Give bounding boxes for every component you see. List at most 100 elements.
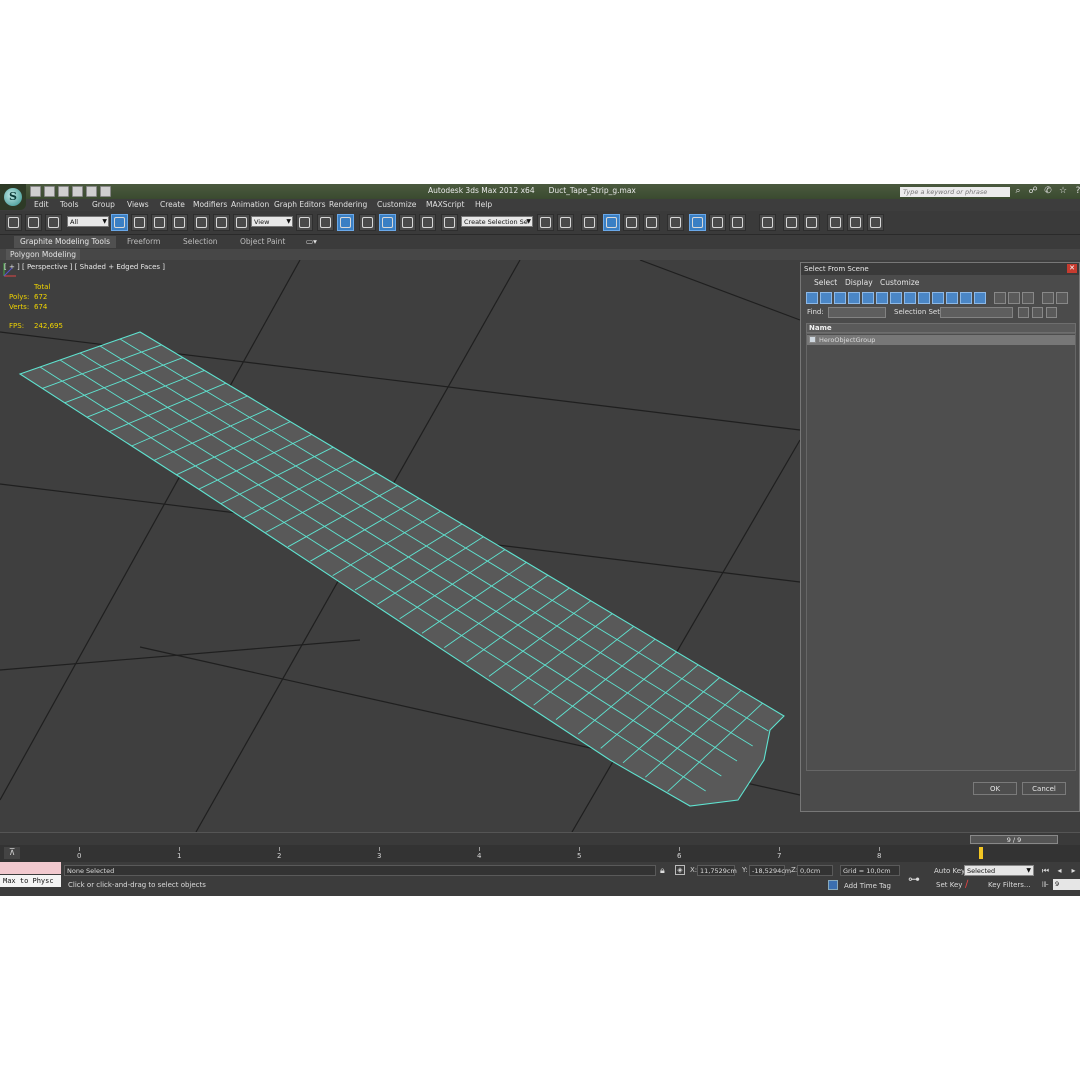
align-icon[interactable] (557, 214, 574, 231)
display-frozen-icon[interactable] (946, 292, 958, 304)
list-item[interactable]: HeroObjectGroup (807, 335, 1075, 345)
add-to-set-icon[interactable] (1032, 307, 1043, 318)
add-time-tag-button[interactable]: Add Time Tag (844, 882, 891, 890)
display-containers-icon[interactable] (932, 292, 944, 304)
absolute-mode-icon[interactable]: ◈ (675, 865, 685, 875)
track-bar[interactable]: ⊼ 0 1 2 3 4 5 6 7 8 (0, 845, 1080, 862)
menu-help[interactable]: Help (475, 200, 492, 209)
auto-key-button[interactable]: Auto Key (934, 867, 965, 875)
dialog-menu-select[interactable]: Select (814, 278, 837, 287)
display-shapes-icon[interactable] (820, 292, 832, 304)
menu-group[interactable]: Group (92, 200, 115, 209)
bind-to-space-warp-icon[interactable] (45, 214, 62, 231)
tab-graphite-modeling-tools[interactable]: Graphite Modeling Tools (14, 236, 117, 248)
find-input[interactable] (828, 307, 886, 318)
ok-button[interactable]: OK (973, 782, 1017, 795)
application-button[interactable]: S (0, 184, 26, 210)
new-file-icon[interactable] (30, 186, 41, 197)
select-object-icon[interactable] (111, 214, 128, 231)
redo-icon[interactable] (86, 186, 97, 197)
tab-selection[interactable]: Selection (177, 236, 224, 248)
sort-icon[interactable] (1056, 292, 1068, 304)
schematic-view-icon[interactable] (643, 214, 660, 231)
layer-manager-icon[interactable] (581, 214, 598, 231)
dialog-menu-display[interactable]: Display (845, 278, 873, 287)
name-column-header[interactable]: Name (806, 323, 1076, 333)
physics-icon[interactable] (783, 214, 800, 231)
dialog-menu-customize[interactable]: Customize (880, 278, 919, 287)
select-by-name-icon[interactable] (131, 214, 148, 231)
menu-customize[interactable]: Customize (377, 200, 416, 209)
render-setup-icon[interactable] (689, 214, 706, 231)
display-geometry-icon[interactable] (806, 292, 818, 304)
physx-joint-icon[interactable] (867, 214, 884, 231)
viewport-label-menu[interactable]: [ + ] [ Perspective ] [ Shaded + Edged F… (4, 263, 165, 271)
menu-views[interactable]: Views (127, 200, 149, 209)
use-pivot-center-icon[interactable] (296, 214, 313, 231)
angle-snap-icon[interactable] (379, 214, 396, 231)
select-and-scale-icon[interactable] (233, 214, 250, 231)
select-and-move-icon[interactable] (193, 214, 210, 231)
graphite-ribbon-icon[interactable] (603, 214, 620, 231)
filter-icon[interactable] (1042, 292, 1054, 304)
current-frame-field[interactable]: 9 (1053, 879, 1080, 890)
x-coordinate-field[interactable]: 11,7529cm (697, 865, 737, 876)
display-hidden-icon[interactable] (960, 292, 972, 304)
dialog-title-bar[interactable]: Select From Scene ✕ (801, 263, 1079, 275)
help-search-input[interactable]: Type a keyword or phrase (900, 187, 1010, 197)
select-and-manipulate-icon[interactable] (317, 214, 334, 231)
time-slider[interactable]: 9 / 9 (0, 832, 1080, 845)
undo-icon[interactable] (72, 186, 83, 197)
menu-create[interactable]: Create (160, 200, 185, 209)
create-selection-set-icon[interactable] (1018, 307, 1029, 318)
save-file-icon[interactable] (58, 186, 69, 197)
snaps-toggle-icon[interactable] (359, 214, 376, 231)
display-lights-icon[interactable] (834, 292, 846, 304)
selection-filter-dropdown[interactable]: All ▼ (67, 216, 109, 227)
container-icon[interactable] (759, 214, 776, 231)
z-coordinate-field[interactable]: 0,0cm (797, 865, 833, 876)
communication-icon[interactable]: ✆ (1043, 186, 1053, 196)
cancel-button[interactable]: Cancel (1022, 782, 1066, 795)
display-helpers-icon[interactable] (862, 292, 874, 304)
reference-coordinate-dropdown[interactable]: View ▼ (251, 216, 293, 227)
display-xrefs-icon[interactable] (904, 292, 916, 304)
display-cameras-icon[interactable] (848, 292, 860, 304)
time-tag-icon[interactable] (828, 880, 838, 890)
edit-named-selection-icon[interactable] (441, 214, 458, 231)
display-groups-icon[interactable] (890, 292, 902, 304)
menu-rendering[interactable]: Rendering (329, 200, 367, 209)
spinner-snap-icon[interactable] (419, 214, 436, 231)
menu-graph-editors[interactable]: Graph Editors (274, 200, 326, 209)
key-icon[interactable]: ⊶ (908, 872, 920, 886)
mini-curve-editor-icon[interactable]: ⊼ (4, 847, 20, 859)
close-icon[interactable]: ✕ (1067, 264, 1077, 273)
time-slider-thumb[interactable]: 9 / 9 (970, 835, 1058, 844)
set-keys-icon[interactable]: ∕ (965, 879, 977, 891)
set-key-button[interactable]: Set Key (936, 881, 962, 889)
menu-animation[interactable]: Animation (231, 200, 269, 209)
unlink-selection-icon[interactable] (25, 214, 42, 231)
go-to-start-icon[interactable]: ⏮ (1040, 865, 1051, 876)
display-space-warps-icon[interactable] (876, 292, 888, 304)
percent-snap-icon[interactable] (399, 214, 416, 231)
select-all-icon[interactable] (994, 292, 1006, 304)
previous-frame-icon[interactable]: ◂ (1054, 865, 1065, 876)
binoculars-icon[interactable]: ⌕ (1013, 186, 1023, 196)
polygon-modeling-panel[interactable]: Polygon Modeling (6, 249, 80, 260)
render-production-icon[interactable] (729, 214, 746, 231)
physx-cloth-icon[interactable] (847, 214, 864, 231)
favorites-star-icon[interactable]: ☆ (1058, 186, 1068, 196)
menu-modifiers[interactable]: Modifiers (193, 200, 227, 209)
remove-from-set-icon[interactable] (1046, 307, 1057, 318)
material-editor-icon[interactable] (667, 214, 684, 231)
help-icon[interactable]: ? (1073, 186, 1080, 196)
y-coordinate-field[interactable]: -18,5294cm (749, 865, 791, 876)
tab-freeform[interactable]: Freeform (121, 236, 166, 248)
mirror-icon[interactable] (537, 214, 554, 231)
window-crossing-icon[interactable] (171, 214, 188, 231)
rendered-frame-window-icon[interactable] (709, 214, 726, 231)
ribbon-options-icon[interactable]: ▭▾ (300, 236, 323, 248)
maxscript-listener-output[interactable] (0, 862, 61, 874)
select-and-link-icon[interactable] (5, 214, 22, 231)
